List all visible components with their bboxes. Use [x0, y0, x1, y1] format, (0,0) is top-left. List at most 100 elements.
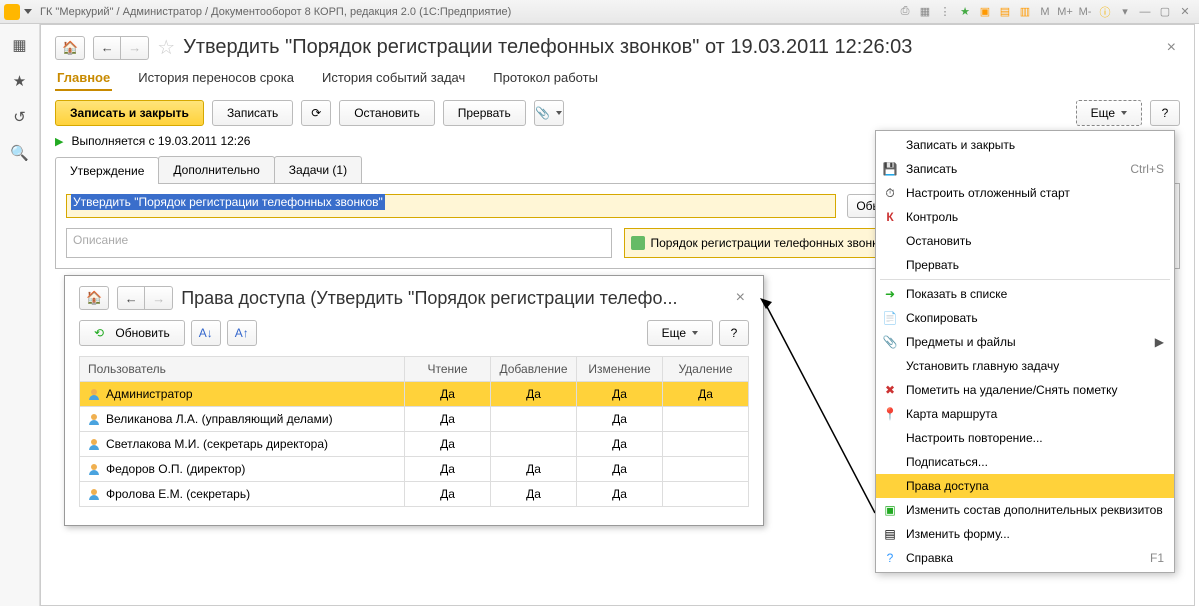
modal-toolbar: ⟲ Обновить A↓ A↑ Еще ?: [79, 320, 749, 346]
sort-desc-button[interactable]: A↑: [227, 320, 257, 346]
rail-star-icon[interactable]: ★: [11, 72, 29, 90]
menu-copy[interactable]: 📄Скопировать: [876, 306, 1174, 330]
sort-asc-button[interactable]: A↓: [191, 320, 221, 346]
rail-search-icon[interactable]: 🔍: [11, 144, 29, 162]
window-maximize-icon[interactable]: ▢: [1156, 4, 1174, 20]
k-icon: К: [882, 209, 898, 225]
menu-set-main[interactable]: Установить главную задачу: [876, 354, 1174, 378]
col-edit[interactable]: Изменение: [577, 357, 663, 382]
attach-button[interactable]: 📎: [534, 100, 564, 126]
user-icon: [88, 439, 100, 451]
window-title: ГК "Меркурий" / Администратор / Документ…: [40, 6, 895, 18]
menu-save-close[interactable]: Записать и закрыть: [876, 133, 1174, 157]
nav-tabs: Главное История переносов срока История …: [55, 66, 1180, 92]
menu-mark-delete[interactable]: ✖Пометить на удаление/Снять пометку: [876, 378, 1174, 402]
more-context-menu: Записать и закрыть 💾ЗаписатьCtrl+S ⏱Наст…: [875, 130, 1175, 573]
window-close-icon[interactable]: ✕: [1176, 4, 1194, 20]
menu-control[interactable]: ККонтроль: [876, 205, 1174, 229]
tab-main[interactable]: Главное: [55, 66, 112, 91]
tb-clipboard-icon[interactable]: ▤: [996, 4, 1014, 20]
tab-protocol[interactable]: Протокол работы: [491, 66, 600, 91]
menu-extra-fields[interactable]: ▣Изменить состав дополнительных реквизит…: [876, 498, 1174, 522]
save-button[interactable]: Записать: [212, 100, 293, 126]
menu-show-list[interactable]: ➜Показать в списке: [876, 282, 1174, 306]
window-minimize-icon[interactable]: —: [1136, 4, 1154, 20]
tb-calc-icon[interactable]: ▦: [916, 4, 934, 20]
delete-icon: ✖: [882, 382, 898, 398]
modal-close-icon[interactable]: ×: [732, 289, 749, 307]
more-label: Еще: [1091, 106, 1115, 120]
tb-folder-icon[interactable]: ▣: [976, 4, 994, 20]
save-icon: 💾: [882, 161, 898, 177]
app-menu-dropdown[interactable]: [24, 9, 32, 14]
table-row[interactable]: АдминистраторДаДаДаДа: [80, 382, 749, 407]
modal-home-button[interactable]: 🏠: [79, 286, 109, 310]
title-input-value: Утвердить "Порядок регистрации телефонны…: [71, 194, 385, 210]
table-row[interactable]: Фролова Е.М. (секретарь)ДаДаДа: [80, 482, 749, 507]
access-table: Пользователь Чтение Добавление Изменение…: [79, 356, 749, 507]
col-add[interactable]: Добавление: [491, 357, 577, 382]
favorite-star-icon[interactable]: ☆: [157, 35, 175, 60]
table-row[interactable]: Великанова Л.А. (управляющий делами)ДаДа: [80, 407, 749, 432]
menu-help[interactable]: ?СправкаF1: [876, 546, 1174, 570]
menu-edit-form[interactable]: ▤Изменить форму...: [876, 522, 1174, 546]
extra-icon: ▣: [882, 502, 898, 518]
user-icon: [88, 414, 100, 426]
window-title-bar: ГК "Меркурий" / Администратор / Документ…: [0, 0, 1199, 24]
home-button[interactable]: 🏠: [55, 36, 85, 60]
description-input[interactable]: Описание: [66, 228, 612, 258]
more-button[interactable]: Еще: [1076, 100, 1142, 126]
title-input[interactable]: Утвердить "Порядок регистрации телефонны…: [66, 194, 836, 218]
menu-abort[interactable]: Прервать: [876, 253, 1174, 277]
process-icon-button[interactable]: ⟳: [301, 100, 331, 126]
menu-stop[interactable]: Остановить: [876, 229, 1174, 253]
page-close-icon[interactable]: ×: [1163, 39, 1180, 57]
menu-deferred[interactable]: ⏱Настроить отложенный старт: [876, 181, 1174, 205]
menu-save[interactable]: 💾ЗаписатьCtrl+S: [876, 157, 1174, 181]
col-user[interactable]: Пользователь: [80, 357, 405, 382]
subtab-tasks[interactable]: Задачи (1): [274, 156, 362, 183]
user-icon: [88, 464, 100, 476]
tb-m-icon[interactable]: M: [1036, 4, 1054, 20]
menu-access-rights[interactable]: Права доступа: [876, 474, 1174, 498]
rail-history-icon[interactable]: ↺: [11, 108, 29, 126]
subtab-approve[interactable]: Утверждение: [55, 157, 159, 184]
stop-button[interactable]: Остановить: [339, 100, 435, 126]
tb-info-icon[interactable]: ⓘ: [1096, 4, 1114, 20]
tb-star-icon[interactable]: ★: [956, 4, 974, 20]
modal-help-button[interactable]: ?: [719, 320, 749, 346]
col-read[interactable]: Чтение: [405, 357, 491, 382]
menu-separator: [880, 279, 1170, 280]
modal-more-button[interactable]: Еще: [647, 320, 713, 346]
rail-apps-icon[interactable]: ▦: [11, 36, 29, 54]
tab-events[interactable]: История событий задач: [320, 66, 467, 91]
modal-back-button[interactable]: ←: [117, 286, 145, 310]
refresh-button[interactable]: ⟲ Обновить: [79, 320, 185, 346]
tb-mplus-icon[interactable]: M+: [1056, 4, 1074, 20]
save-shortcut: Ctrl+S: [1130, 162, 1164, 176]
table-row[interactable]: Федоров О.П. (директор)ДаДаДа: [80, 457, 749, 482]
menu-subscribe[interactable]: Подписаться...: [876, 450, 1174, 474]
status-text: Выполняется с 19.03.2011 12:26: [71, 134, 250, 148]
user-icon: [88, 489, 100, 501]
modal-forward-button[interactable]: →: [145, 286, 173, 310]
menu-repeat[interactable]: Настроить повторение...: [876, 426, 1174, 450]
main-toolbar: Записать и закрыть Записать ⟳ Остановить…: [55, 100, 1180, 126]
abort-button[interactable]: Прервать: [443, 100, 526, 126]
tb-mminus-icon[interactable]: M-: [1076, 4, 1094, 20]
header-row: 🏠 ← → ☆ Утвердить "Порядок регистрации т…: [55, 35, 1180, 60]
subtab-extra[interactable]: Дополнительно: [158, 156, 274, 183]
tb-print-icon[interactable]: ⎙: [896, 4, 914, 20]
tb-dd-icon[interactable]: ▾: [1116, 4, 1134, 20]
forward-button[interactable]: →: [121, 36, 149, 60]
tab-history[interactable]: История переносов срока: [136, 66, 296, 91]
col-del[interactable]: Удаление: [663, 357, 749, 382]
tb-calendar-icon[interactable]: ▥: [1016, 4, 1034, 20]
help-button[interactable]: ?: [1150, 100, 1180, 126]
menu-route-map[interactable]: 📍Карта маршрута: [876, 402, 1174, 426]
save-close-button[interactable]: Записать и закрыть: [55, 100, 204, 126]
back-button[interactable]: ←: [93, 36, 121, 60]
menu-items-files[interactable]: 📎Предметы и файлы▶: [876, 330, 1174, 354]
table-row[interactable]: Светлакова М.И. (секретарь директора)ДаД…: [80, 432, 749, 457]
form-icon: ▤: [882, 526, 898, 542]
